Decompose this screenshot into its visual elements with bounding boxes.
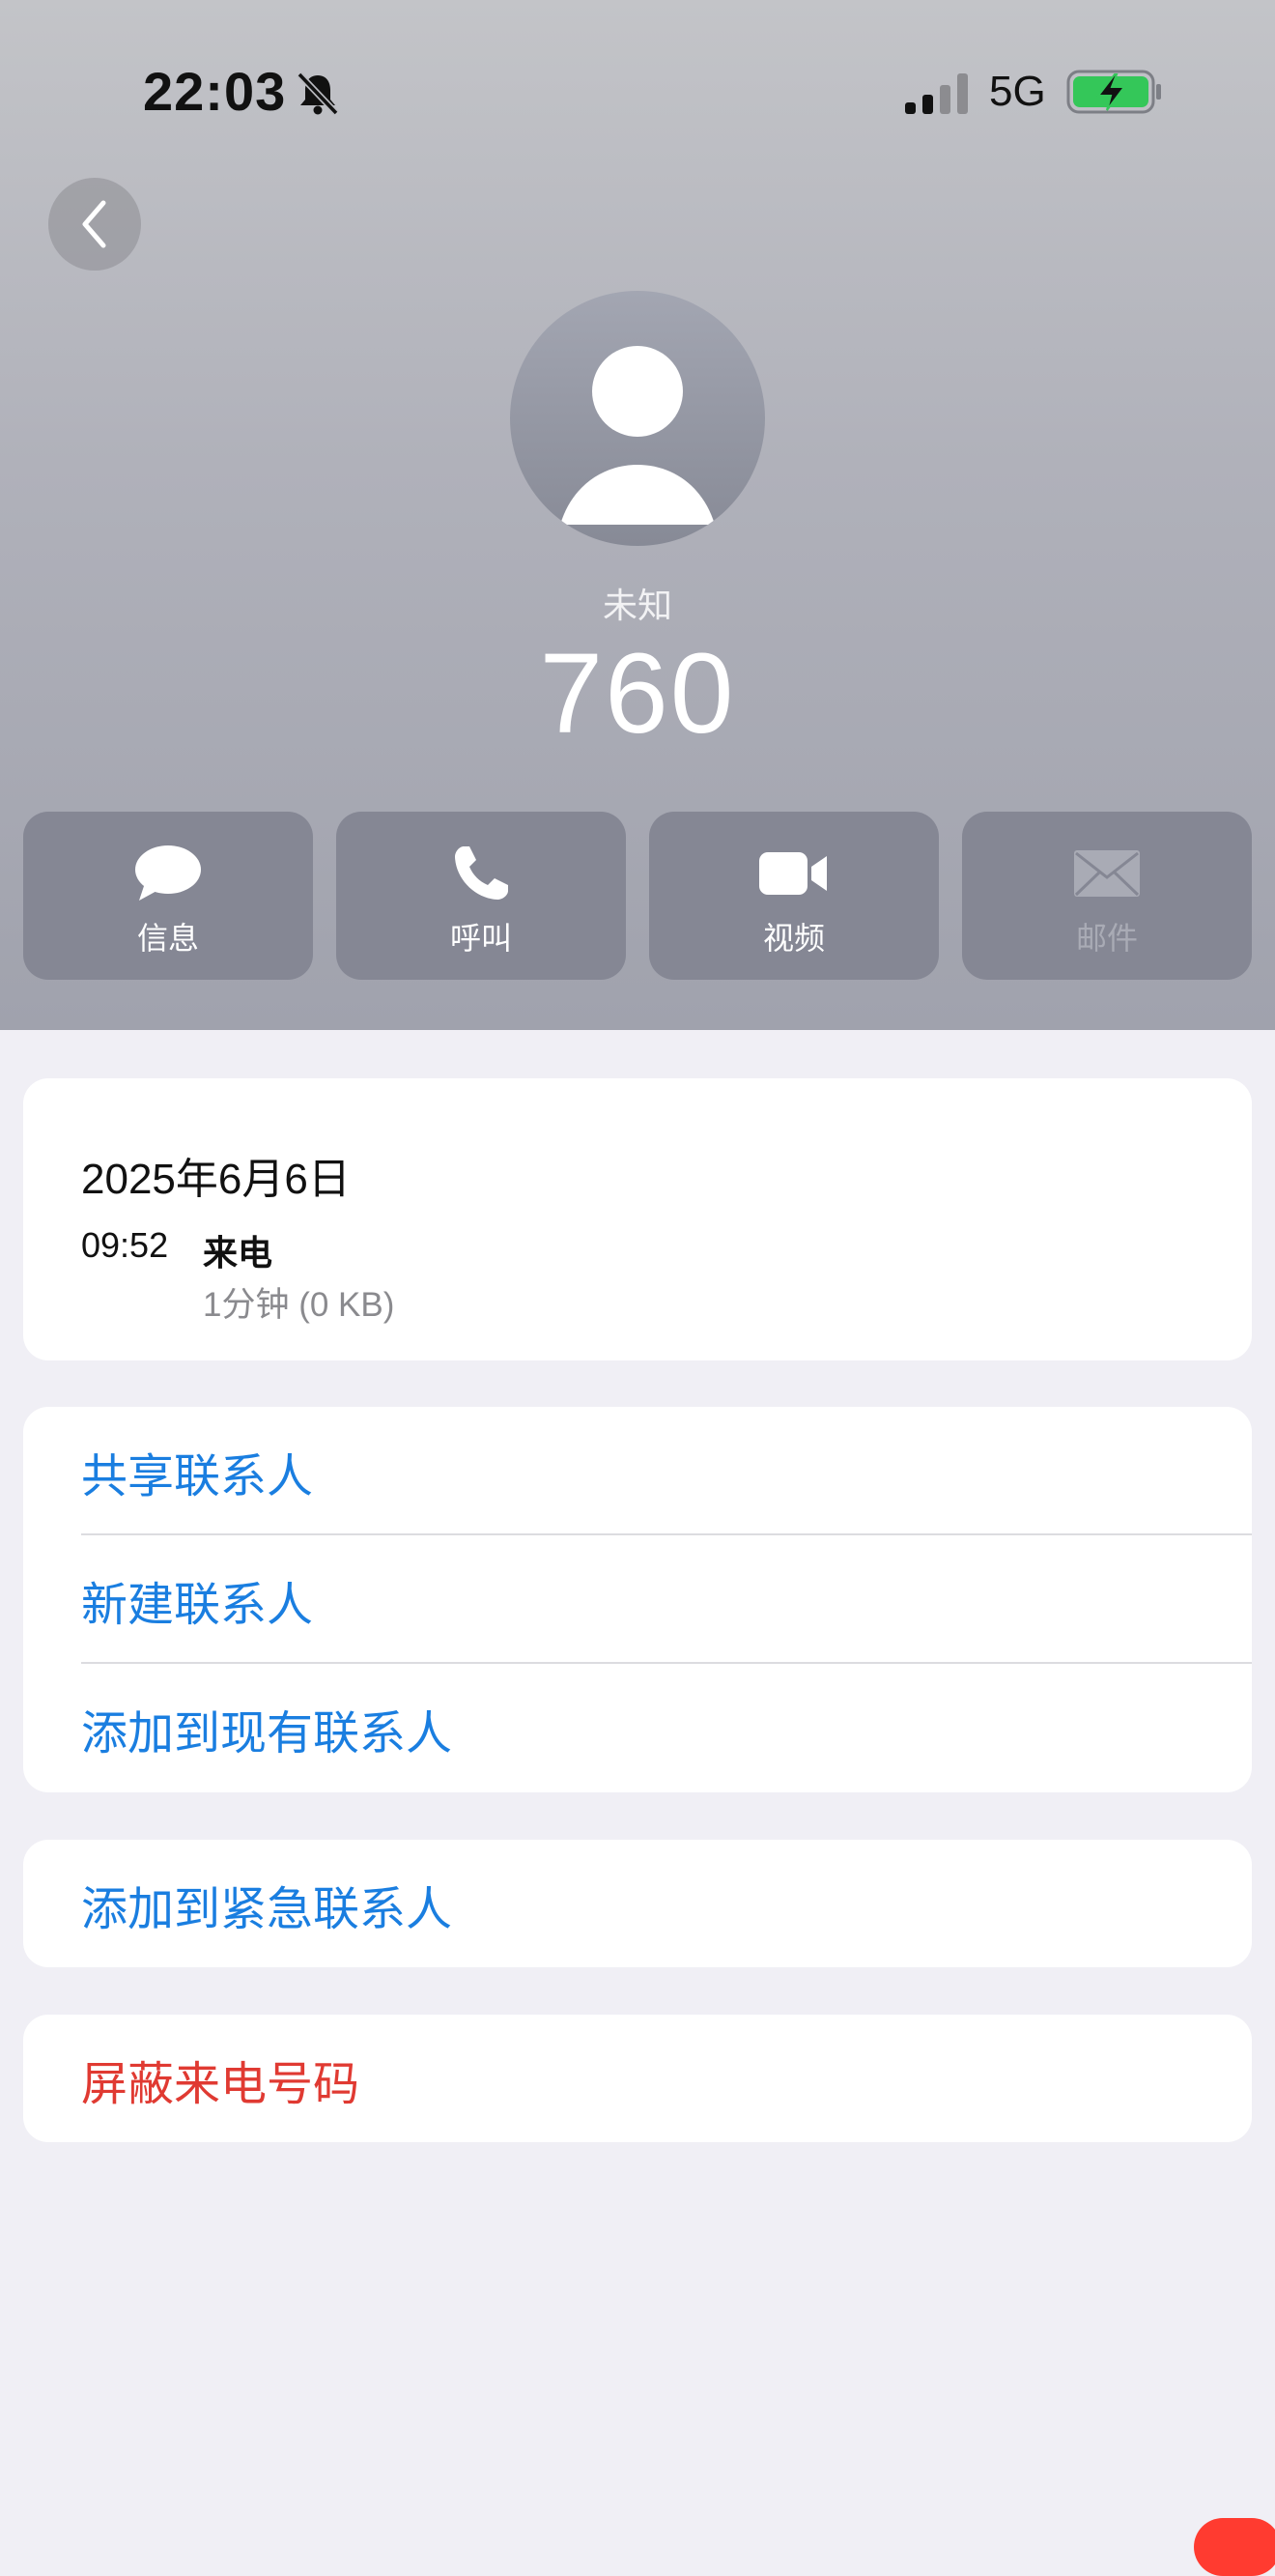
back-button[interactable]	[48, 178, 141, 271]
contact-header: 22:03 5G 未知 760 信息 呼叫 视频 邮件	[0, 0, 1275, 1030]
contact-options-card: 共享联系人 新建联系人 添加到现有联系人	[23, 1407, 1252, 1792]
battery-charging-icon	[1066, 70, 1161, 114]
mail-label: 邮件	[1075, 921, 1138, 956]
share-contact-button[interactable]: 共享联系人	[81, 1407, 1252, 1535]
block-card: 屏蔽来电号码	[23, 2015, 1252, 2142]
chevron-left-icon	[82, 200, 106, 248]
message-button[interactable]: 信息	[23, 812, 313, 980]
phone-number: 760	[539, 630, 736, 758]
row-divider	[81, 1533, 1252, 1535]
video-icon	[759, 852, 827, 895]
block-caller-button[interactable]: 屏蔽来电号码	[81, 2015, 1252, 2143]
add-to-emergency-contacts-button[interactable]: 添加到紧急联系人	[81, 1840, 1252, 1968]
new-contact-button[interactable]: 新建联系人	[81, 1535, 1252, 1664]
notification-badge	[1194, 2518, 1275, 2576]
mail-icon	[1074, 850, 1140, 897]
video-label: 视频	[762, 921, 825, 956]
bell-slash-icon	[297, 72, 339, 116]
mail-button[interactable]: 邮件	[962, 812, 1252, 980]
network-type-label: 5G	[989, 68, 1046, 115]
call-type: 来电	[203, 1233, 273, 1273]
call-details-card: 2025年6月6日 09:52 来电 1分钟 (0 KB)	[23, 1078, 1252, 1360]
call-time: 09:52	[81, 1225, 169, 1265]
add-to-existing-contact-button[interactable]: 添加到现有联系人	[81, 1664, 1252, 1792]
signal-icon	[905, 73, 968, 114]
call-duration: 1分钟 (0 KB)	[203, 1286, 395, 1324]
row-divider	[81, 1662, 1252, 1664]
call-date: 2025年6月6日	[81, 1156, 351, 1203]
status-time: 22:03	[143, 61, 287, 122]
message-icon	[135, 845, 201, 901]
message-label: 信息	[136, 921, 199, 956]
call-label: 呼叫	[449, 921, 512, 956]
emergency-card: 添加到紧急联系人	[23, 1840, 1252, 1967]
video-button[interactable]: 视频	[649, 812, 939, 980]
phone-icon	[455, 846, 508, 900]
contact-avatar	[510, 291, 765, 546]
call-button[interactable]: 呼叫	[336, 812, 626, 980]
contact-name-label: 未知	[602, 586, 672, 625]
person-icon	[560, 346, 715, 525]
